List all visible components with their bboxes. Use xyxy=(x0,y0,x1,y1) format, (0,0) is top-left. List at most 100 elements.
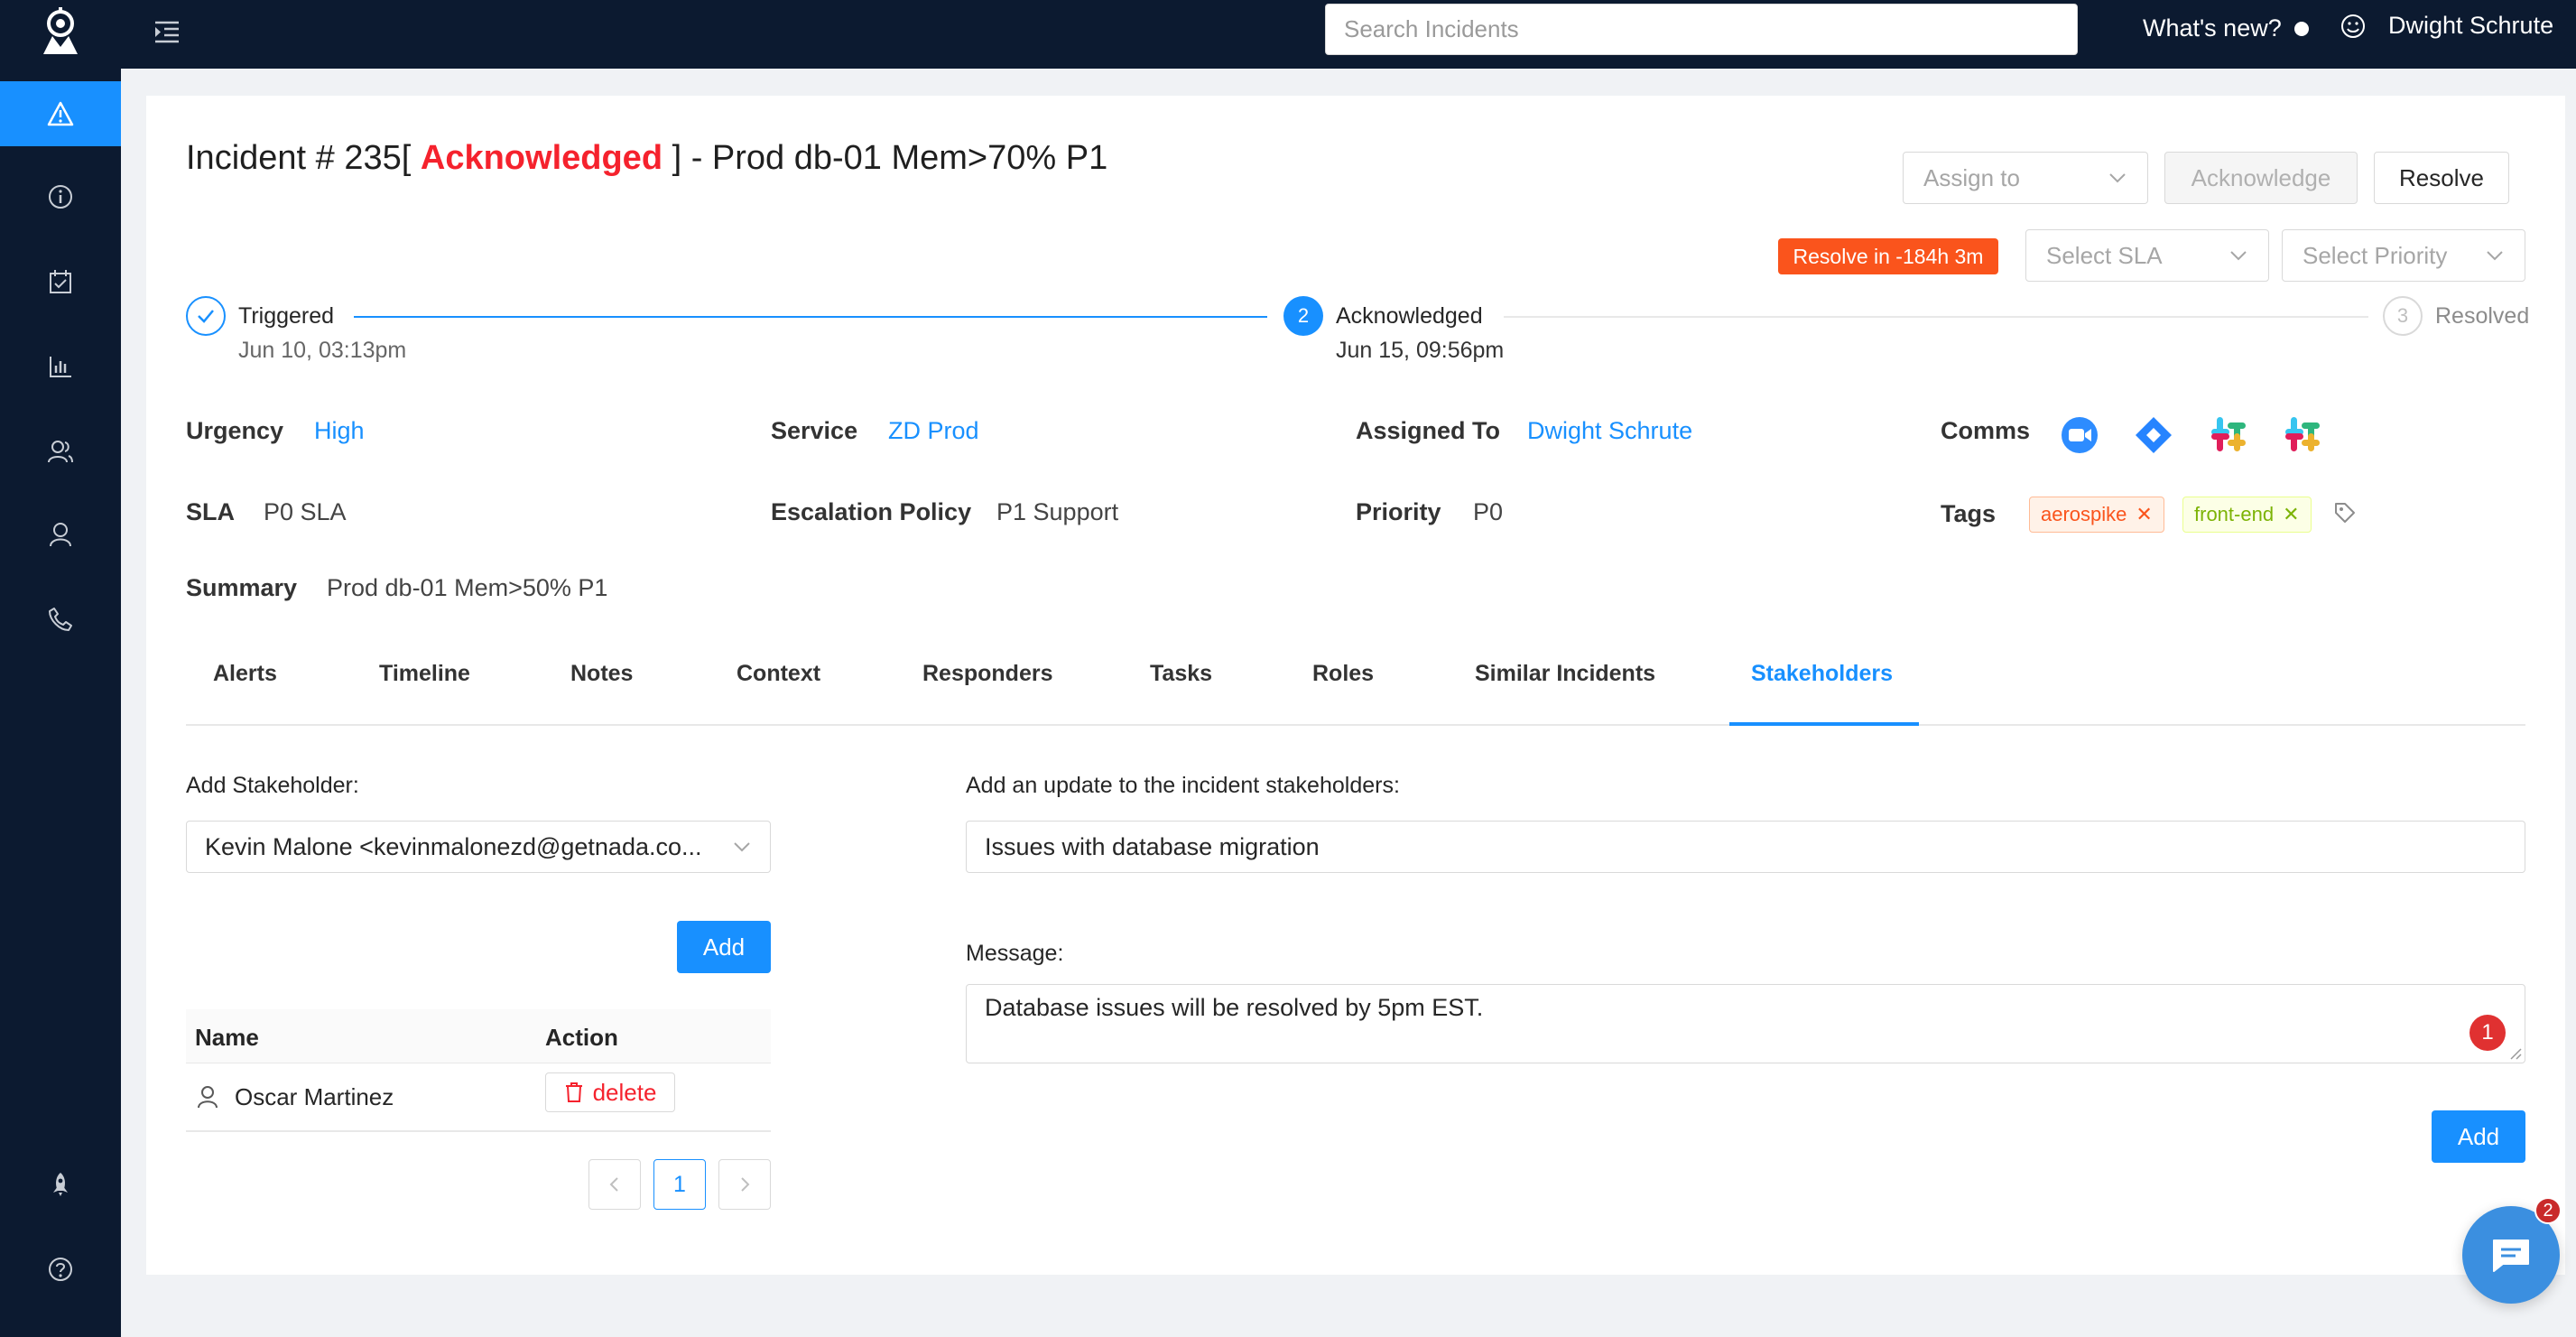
sidebar-item-teams[interactable] xyxy=(0,419,121,484)
slack-icon[interactable] xyxy=(2282,413,2323,460)
resolve-timer-text: Resolve in -184h 3m xyxy=(1793,244,1984,268)
assigned-to-value[interactable]: Dwight Schrute xyxy=(1527,417,1692,445)
stakeholder-select[interactable]: Kevin Malone <kevinmalonezd@getnada.co..… xyxy=(186,821,771,873)
pagination-page[interactable]: 1 xyxy=(653,1159,706,1210)
rocket-icon xyxy=(53,1173,68,1196)
chat-unread-badge: 2 xyxy=(2534,1197,2562,1224)
sidebar-item-analytics[interactable] xyxy=(0,334,121,399)
resolve-button[interactable]: Resolve xyxy=(2374,152,2509,204)
sidebar xyxy=(0,0,121,1337)
chevron-down-icon xyxy=(2230,251,2247,261)
acknowledge-button[interactable]: Acknowledge xyxy=(2164,152,2358,204)
chevron-right-icon xyxy=(741,1177,750,1192)
select-priority-placeholder: Select Priority xyxy=(2303,241,2448,269)
add-update-button[interactable]: Add xyxy=(2432,1110,2525,1163)
step-connector xyxy=(1504,316,2368,318)
summary-label: Summary xyxy=(186,574,298,601)
tab-similar-incidents[interactable]: Similar Incidents xyxy=(1475,661,1655,687)
update-subject-input[interactable]: Issues with database migration xyxy=(966,821,2525,873)
slack-icon[interactable] xyxy=(2208,413,2249,460)
whats-new-link[interactable]: What's new? xyxy=(2143,14,2309,42)
service-label: Service xyxy=(771,417,858,444)
add-tag-icon[interactable] xyxy=(2332,500,2358,530)
step-resolved-number: 3 xyxy=(2383,296,2423,336)
sidebar-item-oncall[interactable] xyxy=(0,587,121,652)
step-triggered-date: Jun 10, 03:13pm xyxy=(238,338,407,363)
step-triggered-title: Triggered xyxy=(238,303,335,329)
user-icon xyxy=(50,523,71,547)
select-priority[interactable]: Select Priority xyxy=(2282,229,2525,282)
pagination-prev[interactable] xyxy=(588,1159,641,1210)
tag-front-end[interactable]: front-end ✕ xyxy=(2182,497,2312,533)
jira-icon[interactable] xyxy=(2134,415,2173,460)
tag-label: front-end xyxy=(2194,503,2275,525)
assign-to-select[interactable]: Assign to xyxy=(1903,152,2148,204)
delete-label: delete xyxy=(592,1078,657,1106)
step-acknowledged-number: 2 xyxy=(1283,296,1323,336)
column-name: Name xyxy=(195,1024,259,1051)
urgency-value[interactable]: High xyxy=(314,417,365,445)
tab-roles[interactable]: Roles xyxy=(1312,661,1374,687)
help-icon xyxy=(49,1258,72,1281)
stakeholder-name: Oscar Martinez xyxy=(235,1083,394,1110)
close-icon[interactable]: ✕ xyxy=(2136,503,2152,526)
phone-icon xyxy=(49,608,72,631)
step-resolved-title: Resolved xyxy=(2435,303,2530,329)
app-logo-icon[interactable] xyxy=(40,5,81,56)
step-acknowledged-title: Acknowledged xyxy=(1336,303,1483,329)
tab-timeline[interactable]: Timeline xyxy=(379,661,470,687)
sidebar-item-getting-started[interactable] xyxy=(0,1152,121,1217)
sidebar-item-incidents[interactable] xyxy=(0,81,121,146)
sidebar-item-help[interactable] xyxy=(0,1237,121,1302)
tab-responders[interactable]: Responders xyxy=(922,661,1052,687)
pagination-next[interactable] xyxy=(718,1159,771,1210)
calendar-check-icon xyxy=(50,270,71,293)
tab-tasks[interactable]: Tasks xyxy=(1150,661,1212,687)
message-textarea[interactable]: Database issues will be resolved by 5pm … xyxy=(966,984,2525,1063)
alert-icon xyxy=(47,101,74,126)
acknowledge-label: Acknowledge xyxy=(2191,163,2331,191)
tab-context[interactable]: Context xyxy=(737,661,820,687)
tab-alerts[interactable]: Alerts xyxy=(213,661,277,687)
active-tab-indicator xyxy=(1729,722,1919,726)
resize-handle-icon[interactable] xyxy=(2509,1047,2522,1060)
escalation-policy-label: Escalation Policy xyxy=(771,498,972,525)
comms-label: Comms xyxy=(1941,417,2031,444)
user-icon xyxy=(198,1086,218,1109)
delete-button[interactable]: delete xyxy=(545,1072,675,1112)
whats-new-label: What's new? xyxy=(2143,14,2282,42)
update-subject-value: Issues with database migration xyxy=(985,832,1320,860)
sla-label: SLA xyxy=(186,498,235,525)
user-menu[interactable]: Dwight Schrute xyxy=(2340,12,2553,40)
table-row: Oscar Martinez delete xyxy=(186,1063,771,1132)
sidebar-item-schedule[interactable] xyxy=(0,249,121,314)
assign-to-placeholder: Assign to xyxy=(1923,163,2020,191)
service-value[interactable]: ZD Prod xyxy=(888,417,979,445)
add-stakeholder-button[interactable]: Add xyxy=(677,921,771,973)
tag-aerospike[interactable]: aerospike ✕ xyxy=(2029,497,2164,533)
trash-icon xyxy=(565,1082,582,1102)
summary-value: Prod db-01 Mem>50% P1 xyxy=(327,574,608,601)
select-sla[interactable]: Select SLA xyxy=(2025,229,2269,282)
close-icon[interactable]: ✕ xyxy=(2283,503,2299,526)
message-value: Database issues will be resolved by 5pm … xyxy=(985,994,1484,1021)
resolve-label: Resolve xyxy=(2399,163,2484,191)
chevron-down-icon xyxy=(2487,251,2503,261)
chevron-left-icon xyxy=(609,1177,618,1192)
incident-title-prefix: Incident # 235[ xyxy=(186,139,412,177)
grammar-badge[interactable]: 1 xyxy=(2469,1015,2506,1051)
zoom-icon[interactable] xyxy=(2060,415,2099,460)
urgency-label: Urgency xyxy=(186,417,284,444)
incident-title: Incident # 235[ Acknowledged ] - Prod db… xyxy=(186,139,1107,178)
menu-fold-icon[interactable] xyxy=(152,16,182,47)
sidebar-item-users[interactable] xyxy=(0,502,121,567)
step-connector xyxy=(354,316,1267,318)
priority-value: P0 xyxy=(1473,498,1504,525)
step-acknowledged-date: Jun 15, 09:56pm xyxy=(1336,338,1505,363)
tags-label: Tags xyxy=(1941,500,1997,527)
tag-label: aerospike xyxy=(2041,503,2127,525)
search-input[interactable] xyxy=(1325,4,2078,55)
tab-notes[interactable]: Notes xyxy=(570,661,633,687)
tab-stakeholders[interactable]: Stakeholders xyxy=(1751,661,1893,687)
sidebar-item-info[interactable] xyxy=(0,164,121,229)
